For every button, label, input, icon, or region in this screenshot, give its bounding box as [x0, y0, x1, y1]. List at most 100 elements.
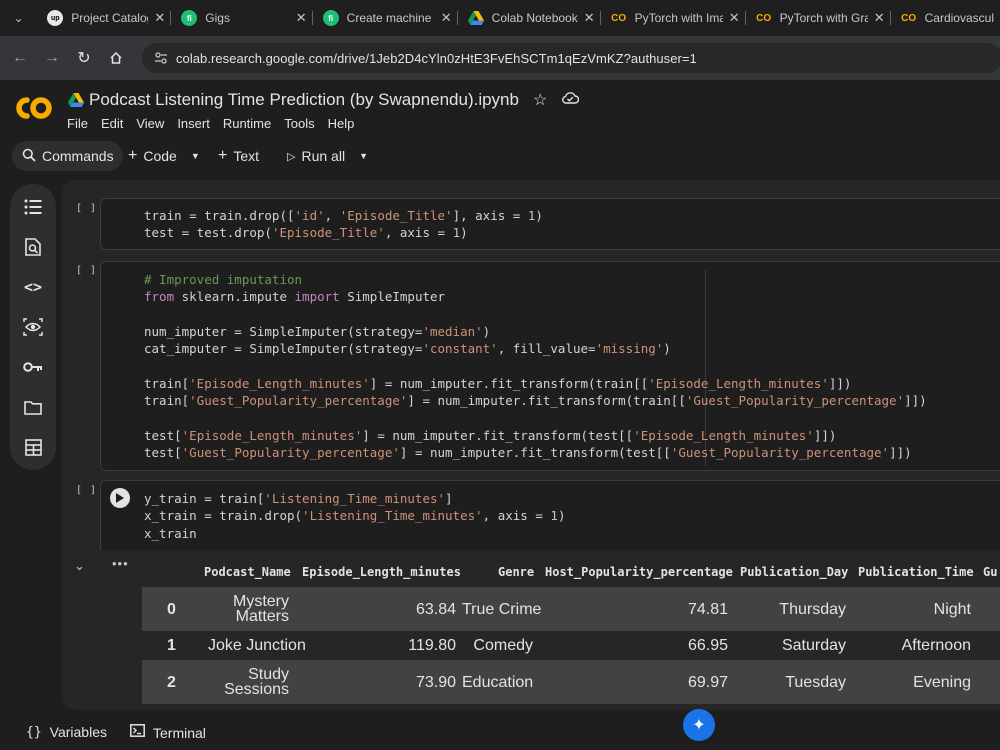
podcast-name-cell: Mystery Matters [208, 594, 289, 625]
browser-tab[interactable]: up Project Catalog | ✕ [37, 0, 172, 36]
browser-tab-strip: ⌄ up Project Catalog | ✕ fi Gigs ✕ fi Cr… [0, 0, 1000, 36]
url-bar[interactable]: colab.research.google.com/drive/1Jeb2D4c… [142, 43, 1000, 73]
close-tab-icon[interactable]: ✕ [729, 10, 740, 26]
publication-time-cell: Evening [913, 674, 971, 691]
browser-tab[interactable]: Colab Notebook ✕ [458, 0, 601, 36]
output-menu-icon[interactable]: ••• [112, 556, 129, 571]
menu-view[interactable]: View [136, 116, 164, 131]
episode-length-cell: 63.84 [415, 601, 456, 618]
site-settings-icon[interactable] [152, 49, 170, 67]
upwork-icon: up [47, 10, 64, 26]
menu-file[interactable]: File [67, 116, 88, 131]
home-icon[interactable] [100, 42, 132, 74]
commands-label: Commands [42, 148, 114, 164]
table-of-contents-icon[interactable] [22, 196, 44, 218]
menu-help[interactable]: Help [328, 116, 355, 131]
tab-title: Gigs [205, 11, 230, 25]
terminal-button[interactable]: Terminal [130, 724, 206, 741]
publication-day-cell: Tuesday [785, 674, 846, 691]
cell-text: Matters [235, 608, 289, 625]
tab-search-chevron-icon[interactable]: ⌄ [6, 5, 31, 31]
find-replace-icon[interactable] [22, 236, 44, 258]
code-snippets-icon[interactable]: <> [22, 276, 44, 298]
browser-tab[interactable]: fi Create machine l ✕ [313, 0, 458, 36]
tab-title: Project Catalog | [71, 11, 148, 25]
code-line: test['Guest_Popularity_percentage'] = nu… [144, 444, 912, 460]
cell-text: Sessions [224, 681, 289, 698]
code-line: from sklearn.impute import SimpleImputer [144, 289, 446, 305]
google-drive-icon [68, 93, 84, 107]
publication-day-cell: Thursday [779, 601, 846, 618]
notebook-area[interactable]: [ ] train = train.drop(['id', 'Episode_T… [62, 180, 1000, 710]
df-column-header: Genre [498, 565, 535, 579]
colab-icon: CO [611, 12, 627, 24]
add-code-button[interactable]: + Code ▼ [128, 141, 200, 171]
data-table-icon[interactable] [22, 436, 44, 458]
browser-tab[interactable]: CO Cardiovascul [891, 0, 1000, 36]
code-editor[interactable]: # Improved imputation from sklearn.imput… [144, 271, 927, 461]
gemini-sparkle-icon[interactable]: ✦ [683, 709, 715, 741]
tab-title: PyTorch with Ima [634, 11, 723, 25]
notebook-toolbar: Commands + Code ▼ + Text ▷ Run all ▼ [0, 136, 1000, 176]
folder-icon[interactable] [22, 396, 44, 418]
collapse-output-chevron-icon[interactable]: ⌄ [74, 558, 85, 574]
code-editor[interactable]: train = train.drop(['id', 'Episode_Title… [144, 207, 543, 242]
close-tab-icon[interactable]: ✕ [441, 10, 452, 26]
commands-button[interactable]: Commands [12, 141, 123, 171]
plus-icon: + [128, 147, 138, 164]
notebook-title[interactable]: Podcast Listening Time Prediction (by Sw… [89, 90, 519, 110]
reload-icon[interactable]: ↻ [68, 42, 100, 74]
browser-tab[interactable]: CO PyTorch with Ima ✕ [601, 0, 746, 36]
tab-title: Create machine l [346, 11, 435, 25]
publication-time-cell: Night [933, 601, 971, 618]
chevron-down-icon[interactable]: ▼ [359, 151, 368, 161]
run-all-button[interactable]: ▷ Run all ▼ [287, 141, 368, 171]
row-index: 2 [167, 674, 176, 691]
close-tab-icon[interactable]: ✕ [296, 10, 307, 26]
table-row: 1 Joke Junction 119.80 Comedy 66.95 Satu… [142, 631, 1000, 660]
colab-icon: CO [901, 12, 917, 24]
code-line: test['Episode_Length_minutes'] = num_imp… [144, 427, 837, 443]
df-column-header: Gu [983, 565, 998, 579]
df-column-header: Publication_Day [740, 565, 849, 579]
publication-time-cell: Afternoon [901, 637, 971, 654]
podcast-name-cell: Joke Junction [208, 637, 306, 654]
cloud-saved-icon[interactable] [561, 91, 580, 109]
colab-logo-icon[interactable] [14, 94, 54, 122]
genre-cell: Education [462, 674, 534, 691]
row-index: 0 [167, 601, 176, 618]
search-icon [22, 148, 36, 165]
close-tab-icon[interactable]: ✕ [584, 10, 595, 26]
episode-length-cell: 73.90 [415, 674, 456, 691]
df-column-header: Podcast_Name [204, 565, 291, 579]
chevron-down-icon[interactable]: ▼ [191, 151, 200, 161]
star-icon[interactable]: ☆ [533, 90, 547, 110]
variables-label: Variables [49, 724, 107, 740]
variables-button[interactable]: {} Variables [26, 724, 107, 740]
browser-address-bar: ← → ↻ colab.research.google.com/drive/1J… [0, 36, 1000, 80]
close-tab-icon[interactable]: ✕ [874, 10, 885, 26]
code-editor[interactable]: y_train = train['Listening_Time_minutes'… [144, 490, 565, 542]
code-line: y_train = train['Listening_Time_minutes'… [144, 491, 453, 506]
host-popularity-cell: 69.97 [687, 674, 728, 691]
notebook-title-row: Podcast Listening Time Prediction (by Sw… [68, 90, 580, 110]
menu-insert[interactable]: Insert [177, 116, 210, 131]
forward-arrow-icon[interactable]: → [36, 42, 68, 74]
df-column-header: Publication_Time [858, 565, 974, 579]
browser-tab[interactable]: fi Gigs ✕ [171, 0, 313, 36]
run-all-label: Run all [301, 148, 346, 164]
run-cell-button[interactable] [110, 488, 130, 508]
df-column-header: Host_Popularity_percentage [545, 565, 733, 579]
menu-runtime[interactable]: Runtime [223, 116, 271, 131]
menu-edit[interactable]: Edit [101, 116, 123, 131]
key-icon[interactable] [22, 356, 44, 378]
close-tab-icon[interactable]: ✕ [154, 10, 165, 26]
code-comment: # Improved imputation [144, 272, 303, 287]
secrets-eye-icon[interactable] [22, 316, 44, 338]
back-arrow-icon[interactable]: ← [4, 42, 36, 74]
add-text-button[interactable]: + Text [218, 141, 259, 171]
code-line: train = train.drop(['id', 'Episode_Title… [144, 208, 543, 223]
browser-tab[interactable]: CO PyTorch with Gra ✕ [746, 0, 891, 36]
code-line: train['Episode_Length_minutes'] = num_im… [144, 375, 852, 391]
menu-tools[interactable]: Tools [284, 116, 314, 131]
